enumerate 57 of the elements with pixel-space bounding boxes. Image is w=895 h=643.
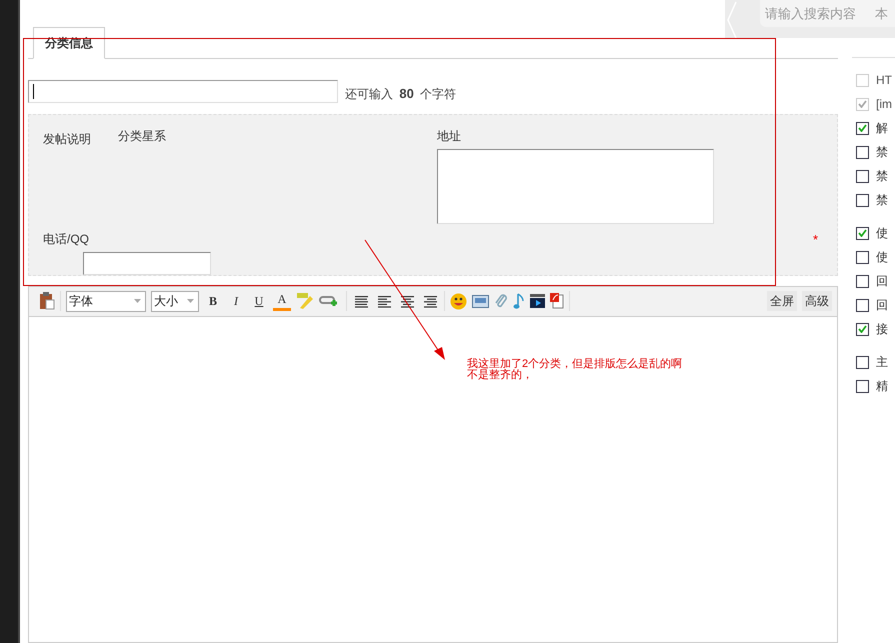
align-right-icon[interactable] xyxy=(423,294,437,308)
paperclip-icon[interactable] xyxy=(494,292,508,310)
clipboard-icon[interactable] xyxy=(39,292,55,310)
option-label: 回 xyxy=(876,297,888,314)
search-scope: 本 xyxy=(875,4,888,23)
checkbox[interactable] xyxy=(856,298,869,312)
fullscreen-button[interactable]: 全屏 xyxy=(767,291,797,311)
checkbox[interactable] xyxy=(856,356,869,368)
checkbox[interactable] xyxy=(856,226,869,240)
remaining-count-text: 还可输入 80 个字符 xyxy=(345,85,456,103)
italic-button[interactable]: I xyxy=(227,291,245,311)
checkbox[interactable] xyxy=(856,322,869,336)
checkbox[interactable] xyxy=(856,380,869,392)
image-icon[interactable] xyxy=(472,294,489,308)
back-chevron-icon[interactable] xyxy=(727,0,737,40)
search-placeholder: 请输入搜索内容 xyxy=(765,4,856,23)
field-label: 电话/QQ xyxy=(43,230,90,248)
checkbox[interactable] xyxy=(856,146,869,158)
checkbox[interactable] xyxy=(856,122,869,134)
option-label: 精 xyxy=(876,378,888,395)
field-label: 发帖说明 xyxy=(43,130,92,148)
option-label: [im xyxy=(876,96,892,113)
phone-qq-input[interactable] xyxy=(83,252,211,274)
align-left-icon[interactable] xyxy=(377,294,391,308)
option-label: 使 xyxy=(876,249,888,266)
size-select[interactable]: 大小 xyxy=(151,290,199,312)
option-label: 使 xyxy=(876,225,888,242)
advanced-mode-button[interactable]: 高级 xyxy=(802,291,832,311)
music-note-icon[interactable] xyxy=(513,292,525,310)
required-mark: * xyxy=(813,230,818,248)
option-label: 回 xyxy=(876,273,888,290)
align-center-icon[interactable] xyxy=(400,294,414,308)
video-clapper-icon[interactable] xyxy=(530,294,545,308)
bold-button[interactable]: B xyxy=(204,291,222,311)
link-icon[interactable] xyxy=(319,294,337,308)
smiley-icon[interactable] xyxy=(450,292,467,310)
title-input[interactable] xyxy=(28,80,338,104)
checkbox[interactable] xyxy=(856,274,869,288)
field-value: 分类星系 xyxy=(118,128,166,144)
align-justify-icon[interactable] xyxy=(354,294,368,308)
option-label: HT xyxy=(876,72,892,89)
flash-file-icon[interactable] xyxy=(550,293,564,309)
option-label: 禁 xyxy=(876,168,888,185)
field-label: 地址 xyxy=(437,128,462,144)
option-label: 主 xyxy=(876,354,888,371)
option-label: 禁 xyxy=(876,144,888,161)
checkbox[interactable] xyxy=(856,250,869,264)
checkbox[interactable] xyxy=(856,194,869,206)
option-label: 接 xyxy=(876,321,888,338)
font-select[interactable]: 字体 xyxy=(66,290,146,312)
font-color-button[interactable]: A xyxy=(273,291,291,311)
option-label: 禁 xyxy=(876,192,888,209)
annotation-note: 我这里加了2个分类，但是排版怎么是乱的啊 不是整齐的， xyxy=(467,359,682,381)
underline-button[interactable]: U xyxy=(250,291,268,311)
text-cursor xyxy=(33,84,34,100)
checkbox[interactable] xyxy=(856,170,869,182)
option-label: 解 xyxy=(876,120,888,137)
